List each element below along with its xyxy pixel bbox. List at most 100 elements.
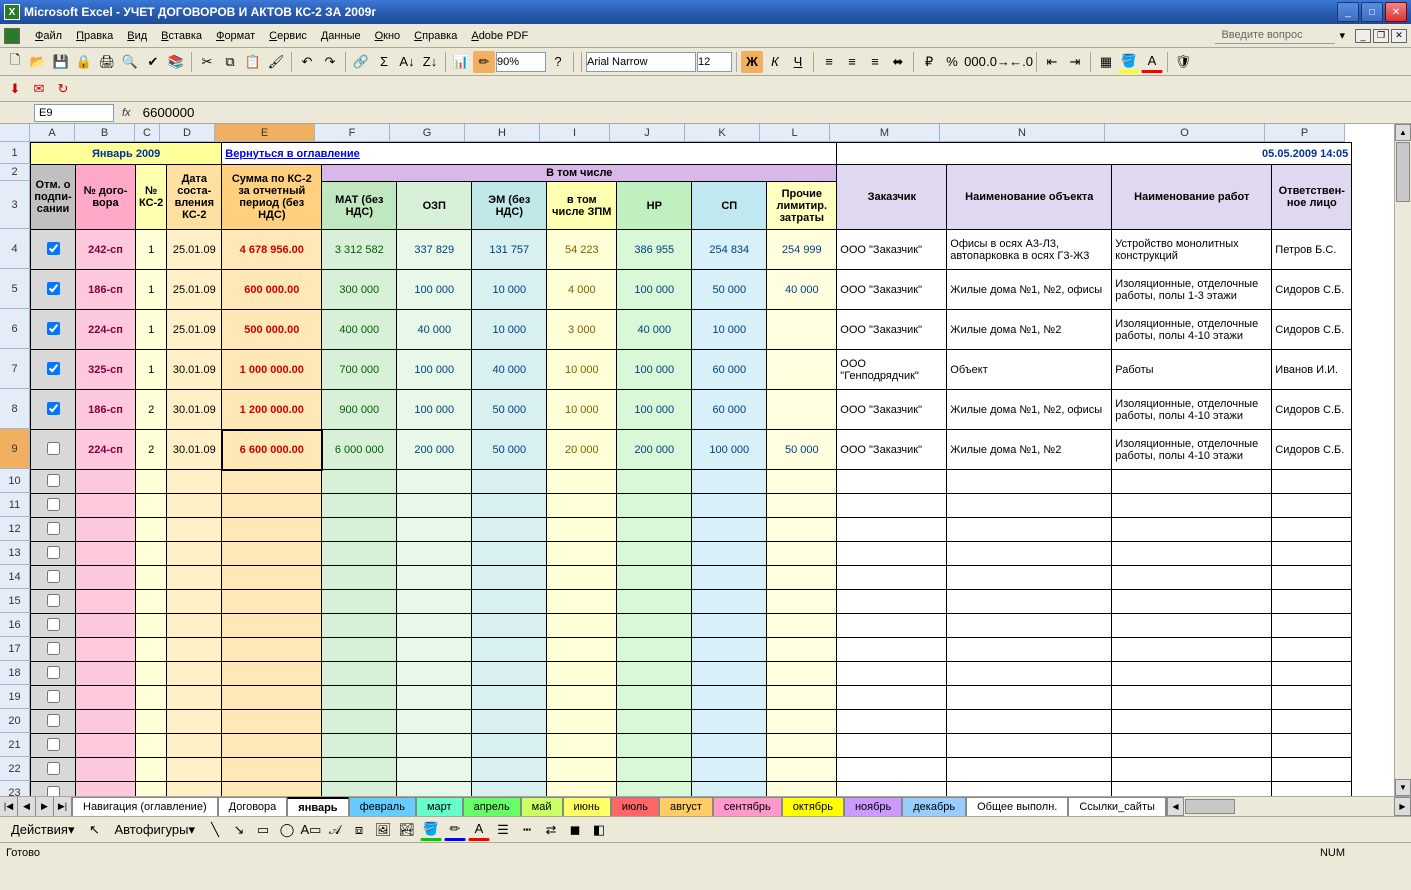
- autoshapes-menu[interactable]: Автофигуры ▾: [108, 819, 203, 841]
- cell[interactable]: [31, 270, 76, 310]
- cell[interactable]: ООО "Заказчик": [837, 230, 947, 270]
- italic-icon[interactable]: К: [764, 51, 786, 73]
- cell[interactable]: 186-сп: [76, 390, 136, 430]
- cell[interactable]: 2: [136, 430, 167, 470]
- sheet-tab-апрель[interactable]: апрель: [463, 797, 521, 816]
- sheet-tab-июль[interactable]: июль: [611, 797, 659, 816]
- cell[interactable]: [31, 758, 76, 782]
- actions-menu[interactable]: Действия ▾: [4, 819, 82, 841]
- merge-icon[interactable]: ⬌: [887, 51, 909, 73]
- research-icon[interactable]: 📚: [165, 51, 187, 73]
- row-header-5[interactable]: 5: [0, 269, 30, 309]
- wordart-icon[interactable]: 𝒜: [324, 819, 346, 841]
- cell[interactable]: [767, 310, 837, 350]
- cell[interactable]: 1: [136, 350, 167, 390]
- cell[interactable]: [76, 662, 136, 686]
- cell[interactable]: Сидоров С.Б.: [1272, 310, 1352, 350]
- cell[interactable]: [222, 686, 322, 710]
- cell[interactable]: [222, 566, 322, 590]
- cell[interactable]: [767, 758, 837, 782]
- cell[interactable]: 224-сп: [76, 310, 136, 350]
- tab-next-icon[interactable]: ▶: [36, 797, 54, 816]
- cell[interactable]: [472, 614, 547, 638]
- cell[interactable]: 50 000: [472, 390, 547, 430]
- cell[interactable]: [837, 710, 947, 734]
- cell[interactable]: [472, 686, 547, 710]
- cell[interactable]: [692, 662, 767, 686]
- font-color-draw-icon[interactable]: A: [468, 819, 490, 841]
- cell[interactable]: [767, 662, 837, 686]
- dash-style-icon[interactable]: ┅: [516, 819, 538, 841]
- arrow-icon[interactable]: ↘: [228, 819, 250, 841]
- menu-вид[interactable]: Вид: [120, 27, 154, 45]
- select-all-corner[interactable]: [0, 124, 30, 142]
- cell[interactable]: 1: [136, 230, 167, 270]
- cell[interactable]: [617, 590, 692, 614]
- cell[interactable]: [947, 686, 1112, 710]
- tab-last-icon[interactable]: ▶|: [54, 797, 72, 816]
- cell[interactable]: 50 000: [692, 270, 767, 310]
- cell[interactable]: [397, 734, 472, 758]
- cell[interactable]: [1112, 614, 1272, 638]
- cell[interactable]: [222, 590, 322, 614]
- cell[interactable]: ООО "Заказчик": [837, 430, 947, 470]
- cell[interactable]: Сидоров С.Б.: [1272, 430, 1352, 470]
- cell[interactable]: [1112, 494, 1272, 518]
- cell[interactable]: [31, 470, 76, 494]
- cell[interactable]: [947, 782, 1112, 797]
- doc-close-button[interactable]: ✕: [1391, 29, 1407, 43]
- cell[interactable]: [1272, 782, 1352, 797]
- cell[interactable]: [322, 518, 397, 542]
- cell[interactable]: [947, 758, 1112, 782]
- cell[interactable]: [692, 470, 767, 494]
- cell[interactable]: [1112, 518, 1272, 542]
- sign-checkbox[interactable]: [47, 362, 60, 375]
- help-icon[interactable]: ?: [547, 51, 569, 73]
- sign-checkbox[interactable]: [47, 714, 60, 727]
- cell[interactable]: 337 829: [397, 230, 472, 270]
- sort-desc-icon[interactable]: Z↓: [419, 51, 441, 73]
- cell[interactable]: [837, 518, 947, 542]
- sign-checkbox[interactable]: [47, 442, 60, 455]
- cell[interactable]: 242-сп: [76, 230, 136, 270]
- cell[interactable]: 200 000: [397, 430, 472, 470]
- cell[interactable]: [31, 782, 76, 797]
- cell[interactable]: [76, 710, 136, 734]
- cell[interactable]: [222, 782, 322, 797]
- name-box[interactable]: E9: [34, 104, 114, 122]
- col-header-J[interactable]: J: [610, 124, 685, 142]
- cell[interactable]: [547, 686, 617, 710]
- sign-checkbox[interactable]: [47, 618, 60, 631]
- cell[interactable]: [167, 734, 222, 758]
- font-color-icon[interactable]: A: [1141, 51, 1163, 73]
- sign-checkbox[interactable]: [47, 498, 60, 511]
- sheet-tab-сентябрь[interactable]: сентябрь: [713, 797, 782, 816]
- cell[interactable]: [767, 542, 837, 566]
- cell[interactable]: [1272, 758, 1352, 782]
- cell[interactable]: 1 000 000.00: [222, 350, 322, 390]
- cell[interactable]: 100 000: [617, 270, 692, 310]
- row-header-15[interactable]: 15: [0, 589, 30, 613]
- cell[interactable]: Жилые дома №1, №2, офисы: [947, 390, 1112, 430]
- fill-color-draw-icon[interactable]: 🪣: [420, 819, 442, 841]
- cell[interactable]: [1112, 590, 1272, 614]
- cell[interactable]: 386 955: [617, 230, 692, 270]
- cell[interactable]: [397, 758, 472, 782]
- scroll-up-icon[interactable]: ▲: [1395, 124, 1411, 141]
- hscroll-right-icon[interactable]: ▶: [1394, 797, 1411, 816]
- cell[interactable]: [136, 758, 167, 782]
- copy-icon[interactable]: ⧉: [219, 51, 241, 73]
- cell[interactable]: [136, 494, 167, 518]
- menu-вставка[interactable]: Вставка: [154, 27, 209, 45]
- hscroll-left-icon[interactable]: ◀: [1167, 797, 1184, 816]
- cell[interactable]: [76, 470, 136, 494]
- cell[interactable]: [136, 614, 167, 638]
- cell[interactable]: [136, 638, 167, 662]
- cell[interactable]: 500 000.00: [222, 310, 322, 350]
- cell[interactable]: СП: [692, 182, 767, 230]
- cell[interactable]: [167, 518, 222, 542]
- cell[interactable]: [767, 782, 837, 797]
- row-header-22[interactable]: 22: [0, 757, 30, 781]
- cell[interactable]: [767, 470, 837, 494]
- menu-сервис[interactable]: Сервис: [262, 27, 314, 45]
